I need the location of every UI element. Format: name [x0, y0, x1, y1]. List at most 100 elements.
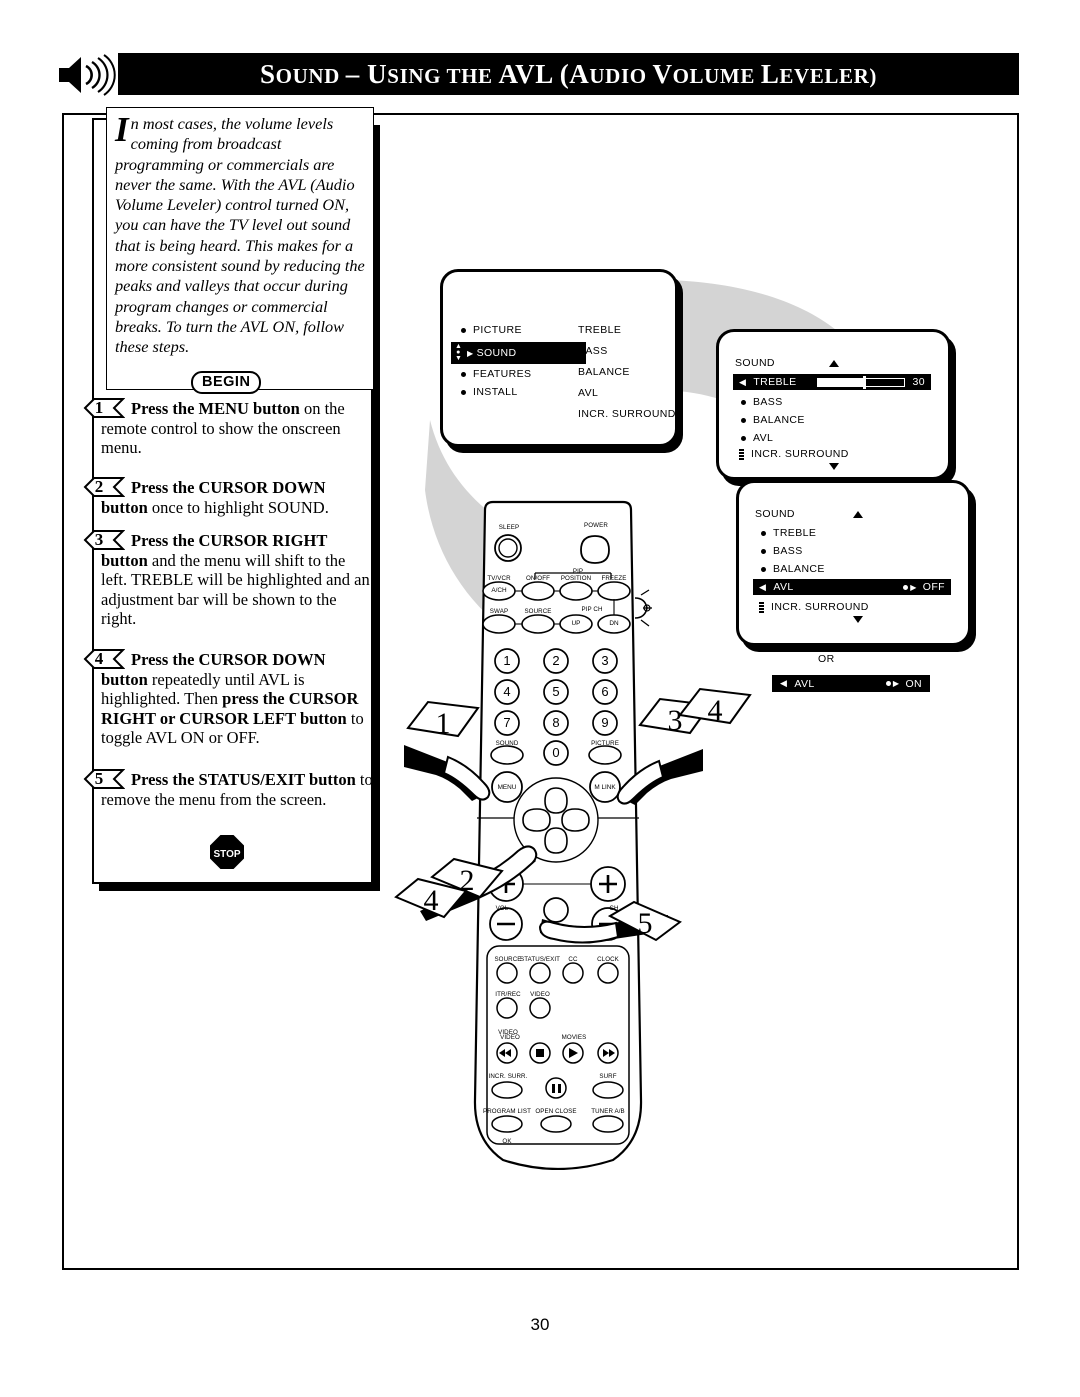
- menu1-sub-bass[interactable]: BASS: [578, 345, 608, 357]
- source-button-label[interactable]: SOURCE: [520, 608, 556, 615]
- program-list-button-label[interactable]: PROGRAM LIST: [479, 1108, 535, 1115]
- scroll-down-arrow-icon[interactable]: [829, 463, 839, 470]
- stop-badge: STOP: [208, 833, 246, 871]
- intro-text-box: In most cases, the volume levels coming …: [106, 107, 374, 390]
- avl-on-value-group[interactable]: ▶ ON: [885, 677, 922, 690]
- callout-4-down: 4: [394, 877, 468, 919]
- menu1-sub-balance[interactable]: BALANCE: [578, 366, 630, 378]
- key-9[interactable]: 9: [595, 715, 615, 730]
- menu3-item-balance[interactable]: BALANCE: [761, 563, 825, 575]
- menu1-sub-incr-surround[interactable]: INCR. SURROUND: [578, 408, 676, 420]
- a-ch-button-label[interactable]: A/CH: [488, 587, 510, 594]
- menu1-item-features[interactable]: FEATURES: [461, 368, 531, 380]
- menu2-item-bass[interactable]: BASS: [741, 396, 783, 408]
- page-title: SOUND – USING THE AVL (AUDIO VOLUME LEVE…: [260, 58, 877, 89]
- menu2-item-avl[interactable]: AVL: [741, 432, 773, 444]
- page-header-bar: SOUND – USING THE AVL (AUDIO VOLUME LEVE…: [118, 53, 1019, 95]
- avl-value-on: ON: [905, 677, 922, 690]
- surround-icon: [759, 601, 764, 613]
- menu1-item-picture[interactable]: PICTURE: [461, 324, 522, 336]
- key-5[interactable]: 5: [546, 684, 566, 699]
- pip-freeze-button-label[interactable]: FREEZE: [596, 575, 632, 582]
- tv-vcr-button-label[interactable]: TV/VCR: [481, 575, 517, 582]
- incr-surr-button-label[interactable]: INCR. SURR.: [485, 1073, 531, 1080]
- key-1[interactable]: 1: [497, 653, 517, 668]
- bullet-icon: [461, 371, 466, 377]
- step-5: 5 Press the STATUS/EXIT button to remove…: [83, 769, 373, 809]
- avl-value-group[interactable]: ▶ OFF: [903, 581, 945, 593]
- pip-ch-up-button-label[interactable]: UP: [567, 620, 585, 627]
- tuner-ab-button-label[interactable]: TUNER A/B: [583, 1108, 633, 1115]
- menu1-label-picture: PICTURE: [473, 324, 522, 336]
- bullet-icon: [741, 417, 746, 423]
- bullet-icon: [761, 548, 766, 554]
- sleep-button-label[interactable]: SLEEP: [491, 524, 527, 531]
- menu1-sub-avl[interactable]: AVL: [578, 387, 598, 399]
- menu1-label-install: INSTALL: [473, 386, 518, 398]
- menu3-item-treble[interactable]: TREBLE: [761, 527, 816, 539]
- menu1-sub-treble[interactable]: TREBLE: [578, 324, 621, 336]
- menu1-label-features: FEATURES: [473, 368, 532, 380]
- video-button-label[interactable]: VIDEO: [493, 1034, 527, 1041]
- tv-menu-screen-treble: SOUND ◀ TREBLE 30 BASS BALANCE AVL INCR.…: [716, 329, 951, 480]
- key-8[interactable]: 8: [546, 715, 566, 730]
- menu2-title: SOUND: [735, 357, 775, 369]
- step-3: 3 Press the CURSOR RIGHT button and the …: [83, 530, 373, 629]
- menu2-label-incr-surround: INCR. SURROUND: [751, 448, 849, 460]
- menu3-item-incr-surround[interactable]: INCR. SURROUND: [759, 601, 869, 613]
- key-0[interactable]: 0: [546, 745, 566, 760]
- menu2-label-avl: AVL: [753, 432, 774, 444]
- surround-icon: [739, 448, 744, 460]
- step-3-text: Press the CURSOR RIGHT button and the me…: [101, 531, 370, 628]
- home-button-label[interactable]: VIDEO: [524, 991, 556, 998]
- avl-value-off: OFF: [922, 581, 945, 593]
- treble-slider-knob[interactable]: [863, 375, 867, 389]
- step-5-text: Press the STATUS/EXIT button to remove t…: [101, 770, 373, 809]
- page-number: 30: [530, 1315, 550, 1334]
- movies-button-label[interactable]: MOVIES: [555, 1034, 593, 1041]
- avl-on-bar[interactable]: ◀ AVL ▶ ON: [772, 675, 930, 692]
- pip-position-button-label[interactable]: POSITION: [556, 575, 596, 582]
- menu1-item-sound[interactable]: ▲ ● ▼ ▶ SOUND: [451, 342, 586, 364]
- surf-button-label[interactable]: SURF: [593, 1073, 623, 1080]
- key-4[interactable]: 4: [497, 684, 517, 699]
- scroll-down-arrow-icon[interactable]: [853, 616, 863, 623]
- itr-rec-button-label[interactable]: ITR/REC: [489, 991, 527, 998]
- bullet-icon: [461, 327, 466, 333]
- swap-button-label[interactable]: SWAP: [483, 608, 515, 615]
- intro-dropcap: I: [115, 110, 129, 149]
- or-separator-label: OR: [818, 653, 835, 665]
- menu1-label-sound: SOUND: [476, 347, 517, 359]
- open-close-button-label[interactable]: OPEN CLOSE: [529, 1108, 583, 1115]
- left-caret-icon: ◀: [780, 678, 788, 688]
- tv-menu-screen-main: PICTURE ▲ ● ▼ ▶ SOUND FEATURES INSTALL TRE…: [440, 269, 678, 447]
- scroll-up-arrow-icon[interactable]: [853, 511, 863, 518]
- scroll-up-arrow-icon[interactable]: [829, 360, 839, 367]
- treble-slider-track: [816, 375, 905, 389]
- pip-ch-dn-button-label[interactable]: DN: [605, 620, 623, 627]
- power-button-label[interactable]: POWER: [577, 522, 615, 529]
- menu2-label-balance: BALANCE: [753, 414, 805, 426]
- intro-body: n most cases, the volume levels coming f…: [115, 114, 365, 357]
- left-caret-icon: ◀: [759, 581, 767, 592]
- treble-slider[interactable]: 30: [816, 375, 925, 389]
- menu1-item-install[interactable]: INSTALL: [461, 386, 518, 398]
- menu2-item-treble[interactable]: ◀ TREBLE 30: [733, 374, 931, 390]
- key-3[interactable]: 3: [595, 653, 615, 668]
- key-7[interactable]: 7: [497, 715, 517, 730]
- pip-onoff-button-label[interactable]: ON/OFF: [521, 575, 555, 582]
- key-6[interactable]: 6: [595, 684, 615, 699]
- menu2-item-incr-surround[interactable]: INCR. SURROUND: [739, 448, 849, 460]
- menu3-label-incr-surround: INCR. SURROUND: [771, 601, 869, 613]
- menu3-item-avl[interactable]: ◀ AVL ▶ OFF: [753, 579, 951, 595]
- menu3-item-bass[interactable]: BASS: [761, 545, 803, 557]
- key-2[interactable]: 2: [546, 653, 566, 668]
- menu2-item-balance[interactable]: BALANCE: [741, 414, 805, 426]
- step-4-text: Press the CURSOR DOWN button repeatedly …: [101, 650, 364, 747]
- right-caret-icon: ▶: [910, 582, 917, 592]
- step-3-number: 3: [83, 529, 125, 551]
- bullet-icon: [741, 435, 746, 441]
- step-2-text: Press the CURSOR DOWN button once to hig…: [101, 478, 329, 517]
- menu3-label-bass: BASS: [773, 545, 803, 557]
- step-1-text: Press the MENU button on the remote cont…: [101, 399, 345, 457]
